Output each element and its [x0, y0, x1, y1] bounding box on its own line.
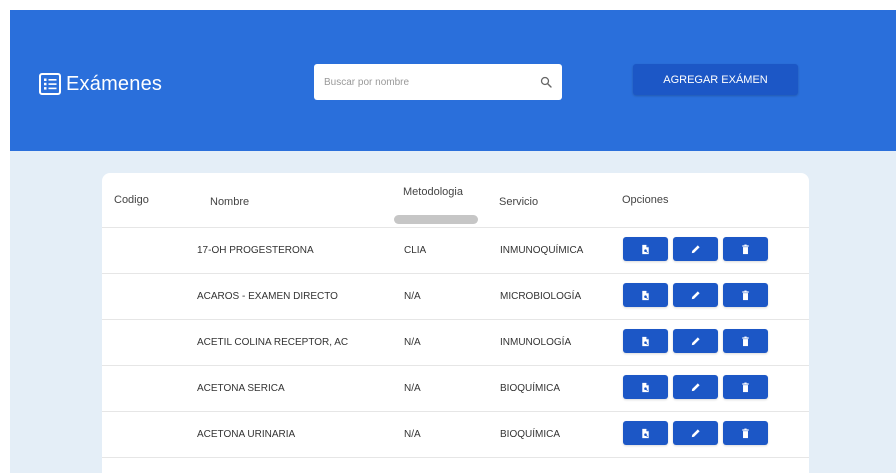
column-header-servicio[interactable]: Servicio [499, 196, 538, 208]
view-exam-button[interactable] [623, 375, 668, 399]
edit-exam-button[interactable] [673, 375, 718, 399]
view-exam-button[interactable] [623, 329, 668, 353]
brand: Exámenes [38, 71, 162, 97]
exams-table: Codigo Nombre Metodologia Servicio Opcio… [102, 173, 809, 473]
page-title: Exámenes [66, 72, 163, 95]
cell-nombre: ACETONA URINARIA [197, 429, 296, 440]
column-header-opciones: Opciones [622, 194, 669, 206]
column-header-nombre[interactable]: Nombre [210, 196, 249, 208]
edit-exam-button[interactable] [673, 329, 718, 353]
table-row: ACETONA URINARIA N/A BIOQUÍMICA [102, 412, 809, 458]
row-actions [623, 329, 773, 353]
document-icon [640, 428, 651, 439]
search-input[interactable] [324, 76, 540, 88]
document-icon [640, 290, 651, 301]
table-header: Codigo Nombre Metodologia Servicio Opcio… [102, 173, 809, 228]
cell-metodologia: N/A [404, 383, 421, 394]
pencil-icon [690, 290, 701, 301]
row-actions [623, 283, 773, 307]
table-row: ACETONA SERICA N/A BIOQUÍMICA [102, 366, 809, 412]
delete-exam-button[interactable] [723, 237, 768, 261]
cell-nombre: ACETONA SERICA [197, 383, 285, 394]
add-exam-button[interactable]: AGREGAR EXÁMEN [633, 64, 798, 95]
cell-metodologia: N/A [404, 429, 421, 440]
delete-exam-button[interactable] [723, 421, 768, 445]
row-actions [623, 375, 773, 399]
trash-icon [740, 428, 751, 439]
delete-exam-button[interactable] [723, 329, 768, 353]
view-exam-button[interactable] [623, 237, 668, 261]
cell-metodologia: N/A [404, 337, 421, 348]
table-row: ACAROS - EXAMEN DIRECTO N/A MICROBIOLOGÍA [102, 274, 809, 320]
cell-nombre: ACAROS - EXAMEN DIRECTO [197, 291, 338, 302]
trash-icon [740, 290, 751, 301]
pencil-icon [690, 244, 701, 255]
document-icon [640, 336, 651, 347]
cell-servicio: BIOQUÍMICA [500, 383, 561, 394]
cell-nombre: ACETIL COLINA RECEPTOR, AC [197, 337, 349, 348]
trash-icon [740, 382, 751, 393]
edit-exam-button[interactable] [673, 283, 718, 307]
view-exam-button[interactable] [623, 283, 668, 307]
table-row: ACETIL COLINA RECEPTOR, AC N/A INMUNOLOGÍA [102, 320, 809, 366]
column-filter-bar[interactable] [394, 215, 478, 224]
cell-servicio: INMUNOLOGÍA [500, 337, 572, 348]
cell-servicio: BIOQUÍMICA [500, 429, 561, 440]
cell-metodologia: CLIA [404, 245, 427, 256]
edit-exam-button[interactable] [673, 421, 718, 445]
search-box[interactable] [314, 64, 562, 100]
cell-servicio: INMUNOQUÍMICA [500, 245, 584, 256]
row-actions [623, 421, 773, 445]
column-header-metodologia[interactable]: Metodologia [403, 186, 463, 198]
delete-exam-button[interactable] [723, 283, 768, 307]
cell-metodologia: N/A [404, 291, 421, 302]
list-icon [39, 73, 61, 95]
pencil-icon [690, 336, 701, 347]
column-header-codigo[interactable]: Codigo [114, 194, 149, 206]
document-icon [640, 382, 651, 393]
row-actions [623, 237, 773, 261]
delete-exam-button[interactable] [723, 375, 768, 399]
search-icon[interactable] [540, 76, 552, 88]
cell-servicio: MICROBIOLOGÍA [500, 291, 582, 302]
table-row: 17-OH PROGESTERONA CLIA INMUNOQUÍMICA [102, 228, 809, 274]
cell-nombre: 17-OH PROGESTERONA [197, 245, 314, 256]
trash-icon [740, 244, 751, 255]
document-icon [640, 244, 651, 255]
trash-icon [740, 336, 751, 347]
view-exam-button[interactable] [623, 421, 668, 445]
pencil-icon [690, 428, 701, 439]
edit-exam-button[interactable] [673, 237, 718, 261]
pencil-icon [690, 382, 701, 393]
